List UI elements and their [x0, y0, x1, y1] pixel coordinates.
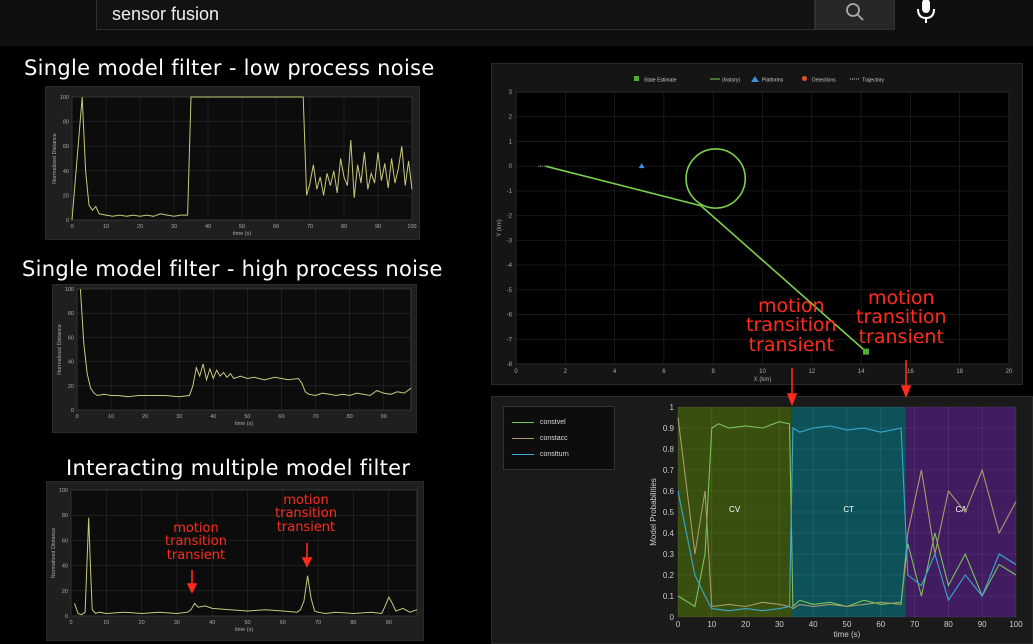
annotation-arrows — [186, 360, 912, 594]
